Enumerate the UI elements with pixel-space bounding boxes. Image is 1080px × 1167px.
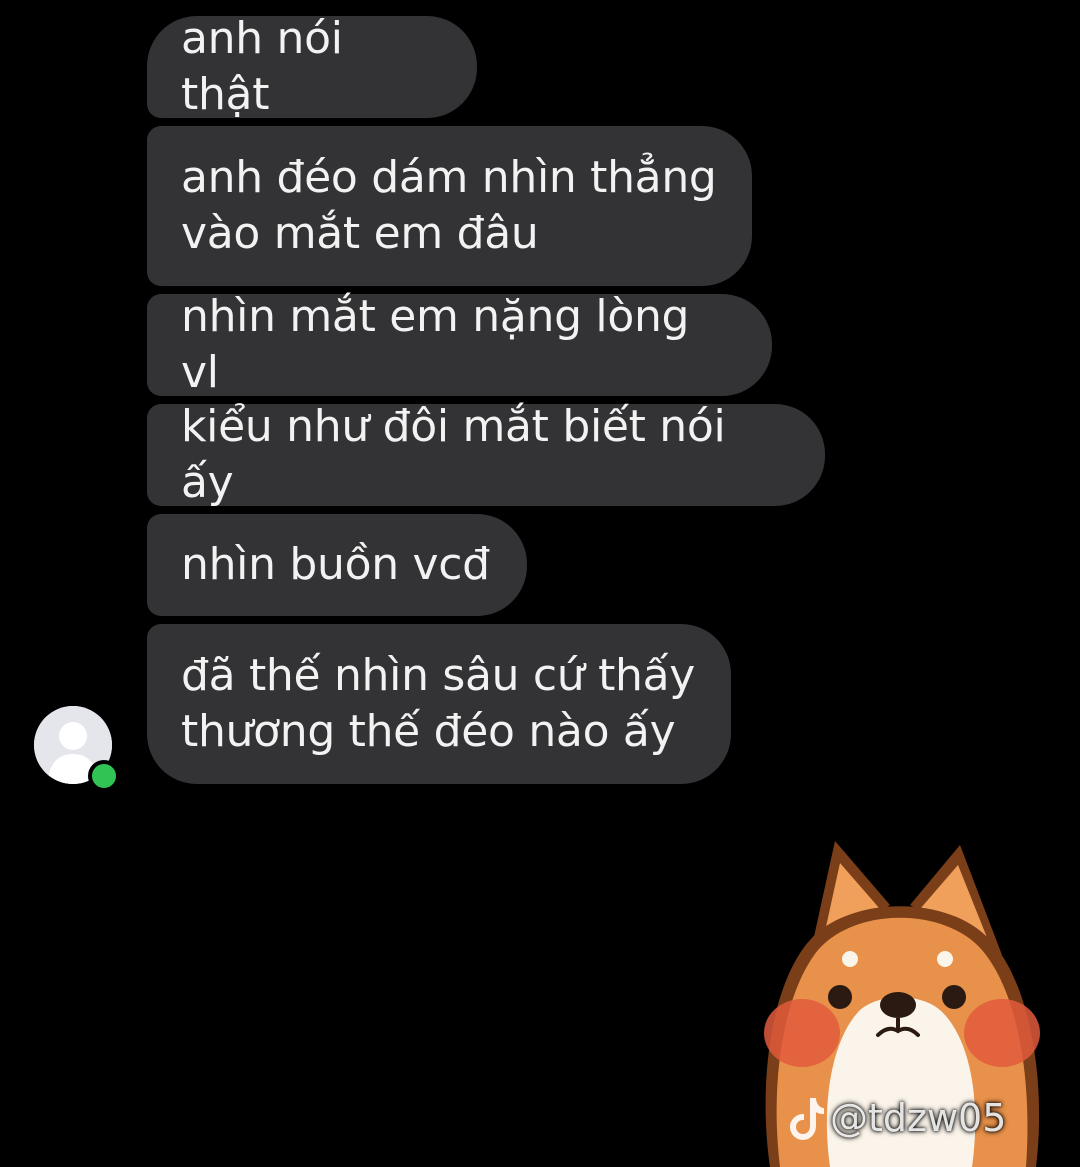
- message-bubble-5[interactable]: nhìn buồn vcđ: [147, 514, 527, 616]
- tiktok-watermark: @tdzw05: [790, 1088, 1006, 1148]
- message-bubble-4[interactable]: kiểu như đôi mắt biết nói ấy: [147, 401, 825, 508]
- message-bubble-1[interactable]: anh nói thật: [147, 13, 477, 120]
- online-status-dot: [88, 760, 120, 792]
- message-bubble-3[interactable]: nhìn mắt em nặng lòng vl: [147, 291, 772, 398]
- message-text: đã thế nhìn sâu cứ thấy thương thế đéo n…: [181, 650, 696, 757]
- message-text: kiểu như đôi mắt biết nói ấy: [181, 401, 726, 508]
- watermark-text: @tdzw05: [830, 1096, 1007, 1140]
- tiktok-logo-icon: [790, 1098, 824, 1140]
- chat-thread: anh nói thật anh đéo dám nhìn thẳng vào …: [0, 0, 1080, 1167]
- message-text: nhìn buồn vcđ: [181, 539, 490, 590]
- message-text: anh đéo dám nhìn thẳng vào mắt em đâu: [181, 152, 717, 259]
- message-bubble-2[interactable]: anh đéo dám nhìn thẳng vào mắt em đâu: [147, 126, 752, 286]
- message-text: nhìn mắt em nặng lòng vl: [181, 291, 690, 398]
- message-text: anh nói thật: [181, 13, 343, 120]
- message-bubble-6[interactable]: đã thế nhìn sâu cứ thấy thương thế đéo n…: [147, 624, 731, 784]
